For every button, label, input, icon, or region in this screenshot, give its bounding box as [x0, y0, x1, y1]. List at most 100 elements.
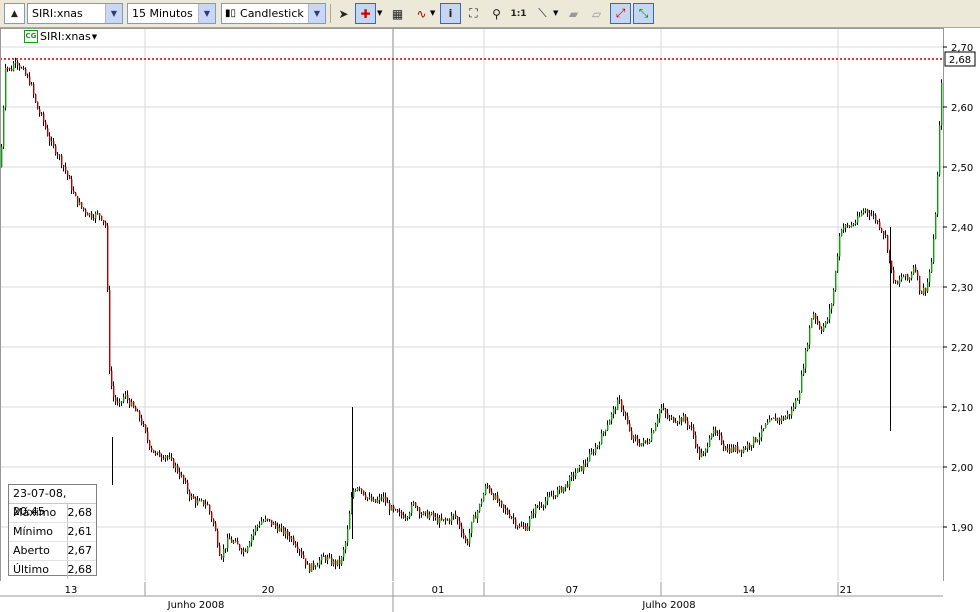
candle-body — [347, 529, 349, 543]
candle-body — [371, 496, 373, 501]
eraser-icon[interactable]: ▰ — [563, 3, 584, 24]
candle-body — [621, 400, 623, 410]
candle-body — [91, 213, 93, 218]
candle-body — [201, 500, 203, 502]
candle-body — [405, 517, 407, 519]
candle-body — [287, 530, 289, 536]
chevron-down-icon: ▼ — [308, 4, 325, 23]
candle-body — [131, 401, 133, 406]
candle-body — [19, 65, 21, 69]
candle-body — [911, 273, 913, 279]
candle-body — [759, 437, 761, 441]
candle-body — [339, 559, 341, 565]
candle-body — [591, 451, 593, 454]
candle-body — [793, 407, 795, 410]
candle-body — [513, 517, 515, 520]
zoom-box-icon[interactable]: ⛶ — [463, 3, 484, 24]
zoom-reset-icon[interactable]: 1:1 — [508, 3, 529, 24]
zoom-icon[interactable]: ⚲ — [486, 3, 507, 24]
candle-body — [517, 526, 519, 528]
candle-body — [15, 62, 17, 64]
chevron-down-icon[interactable]: ▼ — [553, 3, 561, 24]
symbol-select[interactable]: SIRI:xnas ▼ — [27, 3, 123, 24]
candle-body — [115, 397, 117, 402]
chevron-down-icon[interactable]: ▼ — [430, 3, 438, 24]
candle-body — [549, 495, 551, 497]
y-tick-label: 2,30 — [951, 283, 973, 294]
candle-body — [441, 517, 443, 520]
candle-body — [271, 519, 273, 525]
candle-body — [29, 76, 31, 85]
candle-body — [809, 327, 811, 345]
candle-body — [801, 374, 803, 393]
interval-select[interactable]: 15 Minutos ▼ — [127, 3, 216, 24]
candle-body — [233, 541, 235, 543]
candle-body — [255, 527, 257, 532]
candle-body — [613, 408, 615, 414]
candle-body — [677, 421, 679, 423]
candle-body — [305, 558, 307, 565]
candle-body — [909, 278, 911, 280]
candle-body — [649, 440, 651, 444]
grid-icon[interactable]: ▦ — [387, 3, 408, 24]
candle-body — [77, 196, 79, 205]
candle-body — [285, 530, 287, 535]
candlestick-series — [0, 57, 943, 574]
candle-body — [725, 447, 727, 451]
candle-body — [307, 564, 309, 566]
candle-body — [493, 494, 495, 499]
candle-body — [617, 399, 619, 410]
candle-body — [127, 394, 129, 400]
data-window-value: 2,68 — [67, 563, 93, 576]
candle-body — [505, 508, 507, 510]
candle-body — [461, 526, 463, 533]
chevron-down-icon[interactable]: ▼ — [377, 3, 385, 24]
candle-body — [257, 525, 259, 528]
y-tick-label: 2,50 — [951, 163, 973, 174]
candle-body — [73, 190, 75, 193]
candle-body — [85, 209, 87, 214]
eraser-all-icon[interactable]: ▱ — [586, 3, 607, 24]
info-icon[interactable]: i — [440, 3, 461, 24]
candle-body — [159, 452, 161, 457]
candle-body — [145, 425, 147, 432]
scroll-icon[interactable]: ⤡ — [633, 3, 654, 24]
candle-body — [651, 432, 653, 441]
toolbar-separator — [330, 4, 331, 23]
price-chart[interactable]: 2,702,602,502,402,302,202,102,001,902,68… — [0, 0, 980, 612]
chart-type-select[interactable]: ▮▯ Candlestick ▼ — [221, 3, 326, 24]
line-draw-icon[interactable]: ⟍ — [532, 3, 553, 24]
candle-body — [377, 499, 379, 503]
candle-body — [265, 518, 267, 522]
candle-body — [755, 437, 757, 442]
candle-body — [695, 435, 697, 447]
crosshair-icon[interactable]: ✚ — [355, 3, 376, 24]
candle-body — [903, 276, 905, 278]
candle-body — [41, 113, 43, 115]
candle-body — [13, 63, 15, 71]
auto-scale-icon[interactable]: ⤢ — [610, 3, 631, 24]
candle-body — [69, 176, 71, 180]
candle-body — [667, 413, 669, 418]
candle-body — [625, 412, 627, 417]
candle-body — [717, 432, 719, 434]
candle-body — [847, 224, 849, 226]
y-tick-label: 1,90 — [951, 523, 973, 534]
candle-body — [529, 518, 531, 527]
symbol-legend[interactable]: CG SIRI:xnas ▼ — [24, 30, 97, 43]
candle-body — [185, 480, 187, 483]
candle-body — [941, 82, 943, 126]
candle-body — [511, 517, 513, 519]
collapse-up-icon[interactable]: ▲ — [4, 3, 25, 24]
candle-body — [895, 280, 897, 282]
candle-body — [1, 146, 3, 167]
candle-body — [163, 457, 165, 459]
indicator-wave-icon[interactable]: ∿ — [411, 3, 432, 24]
candle-body — [189, 491, 191, 498]
candle-body — [17, 62, 19, 66]
pointer-icon[interactable]: ➤ — [333, 3, 354, 24]
candle-body — [891, 260, 893, 270]
candle-body — [777, 418, 779, 421]
x-tick-label: 01 — [432, 585, 445, 596]
chevron-down-icon: ▼ — [91, 32, 98, 41]
